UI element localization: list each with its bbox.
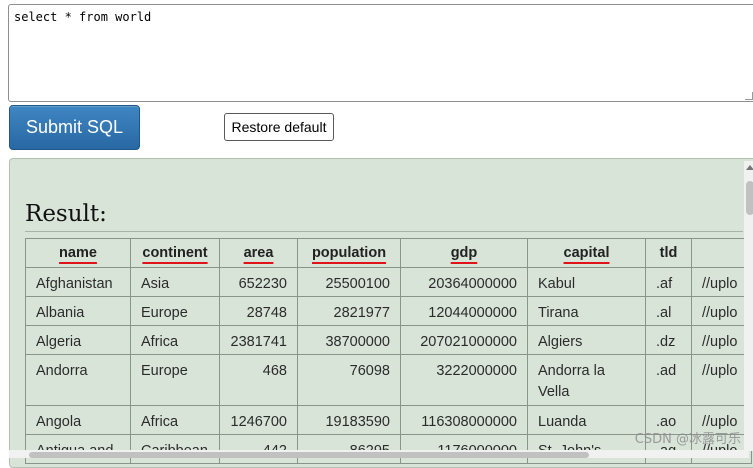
cell-flag: //uplo [691, 325, 752, 355]
cell-continent: Europe [130, 296, 220, 326]
cell-continent: Europe [130, 354, 220, 406]
submit-sql-button[interactable]: Submit SQL [9, 105, 140, 150]
cell-name: Antigua and [25, 434, 131, 464]
table-row: Andorra Europe 468 76098 3222000000 Ando… [25, 354, 752, 406]
cell-continent: Asia [130, 267, 220, 297]
cell-gdp: 20364000000 [400, 267, 528, 297]
resize-handle[interactable] [745, 92, 753, 100]
cell-capital: Luanda [527, 405, 646, 435]
sql-text: select * from world [14, 10, 152, 24]
cell-gdp: 3222000000 [400, 354, 528, 406]
vertical-scroll-thumb[interactable] [746, 181, 753, 215]
cell-population: 19183590 [297, 405, 401, 435]
restore-default-button[interactable]: Restore default [224, 113, 334, 141]
cell-area: 468 [219, 354, 298, 406]
cell-name: Algeria [25, 325, 131, 355]
result-title: Result: [25, 201, 107, 227]
cell-continent: Africa [130, 405, 220, 435]
cell-area: 28748 [219, 296, 298, 326]
divider [25, 231, 743, 232]
table-header-row: name continent area population gdp capit… [25, 238, 752, 268]
cell-population: 76098 [297, 354, 401, 406]
cell-capital: Kabul [527, 267, 646, 297]
cell-tld: .ad [645, 354, 692, 406]
column-header-tld[interactable]: tld [645, 238, 692, 268]
cell-name: Angola [25, 405, 131, 435]
cell-area: 1246700 [219, 405, 298, 435]
column-header-area[interactable]: area [219, 238, 298, 268]
cell-tld: .dz [645, 325, 692, 355]
table-row: Albania Europe 28748 2821977 12044000000… [25, 296, 752, 326]
cell-name: Afghanistan [25, 267, 131, 297]
watermark: CSDN @冰露可乐 [634, 432, 741, 447]
cell-gdp: 12044000000 [400, 296, 528, 326]
cell-capital: Tirana [527, 296, 646, 326]
sql-editor[interactable]: select * from world [8, 4, 753, 102]
column-header-continent[interactable]: continent [130, 238, 220, 268]
cell-capital: Algiers [527, 325, 646, 355]
horizontal-scrollbar[interactable] [9, 450, 749, 458]
column-header-gdp[interactable]: gdp [400, 238, 528, 268]
cell-tld: .al [645, 296, 692, 326]
column-header-name[interactable]: name [25, 238, 131, 268]
cell-area: 442 [219, 434, 298, 464]
column-header-population[interactable]: population [297, 238, 401, 268]
cell-area: 652230 [219, 267, 298, 297]
cell-population: 38700000 [297, 325, 401, 355]
cell-capital: Andorra la Vella [527, 354, 646, 406]
cell-gdp: 1176000000 [400, 434, 528, 464]
result-panel: Result: name continent area population g… [9, 158, 753, 468]
cell-population: 2821977 [297, 296, 401, 326]
cell-population: 25500100 [297, 267, 401, 297]
vertical-scrollbar[interactable] [744, 161, 753, 451]
cell-gdp: 116308000000 [400, 405, 528, 435]
cell-population: 86295 [297, 434, 401, 464]
cell-continent: Africa [130, 325, 220, 355]
horizontal-scroll-thumb[interactable] [29, 452, 589, 458]
table-row: Algeria Africa 2381741 38700000 20702100… [25, 325, 752, 355]
column-header-capital[interactable]: capital [527, 238, 646, 268]
cell-area: 2381741 [219, 325, 298, 355]
cell-continent: Caribbean [130, 434, 220, 464]
table-row: Afghanistan Asia 652230 25500100 2036400… [25, 267, 752, 297]
cell-gdp: 207021000000 [400, 325, 528, 355]
cell-flag: //uplo [691, 354, 752, 406]
cell-flag: //uplo [691, 267, 752, 297]
cell-tld: .af [645, 267, 692, 297]
cell-flag: //uplo [691, 296, 752, 326]
cell-name: Andorra [25, 354, 131, 406]
column-header-flag[interactable] [691, 238, 752, 268]
scroll-up-arrow-icon[interactable] [746, 165, 753, 170]
cell-name: Albania [25, 296, 131, 326]
cell-capital: St. John's [527, 434, 646, 464]
